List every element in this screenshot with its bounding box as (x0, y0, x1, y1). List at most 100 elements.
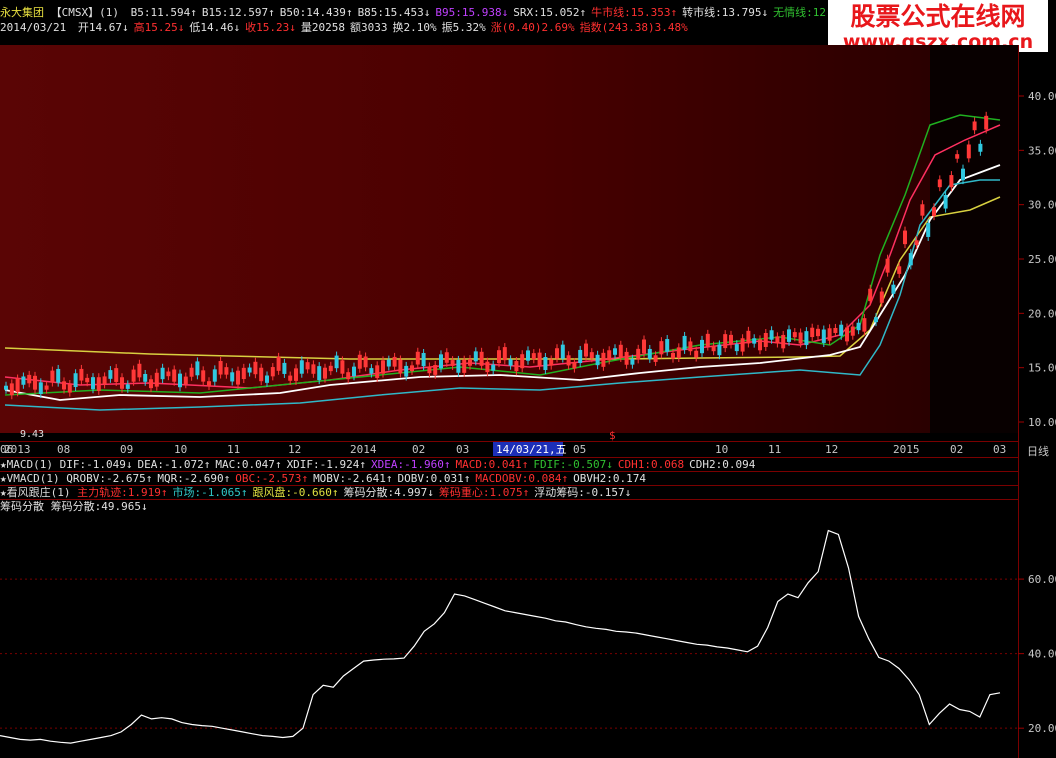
candle-body (955, 154, 960, 159)
price-tick-5: 15.00 (1028, 362, 1056, 375)
macd-title[interactable]: ★MACD(1) (0, 458, 53, 471)
candle-body (984, 115, 989, 130)
vmacd-title[interactable]: ★VMACD(1) (0, 472, 60, 485)
header-indicator-3: B85:15.453 (358, 6, 431, 19)
candle-body (125, 384, 130, 389)
price-tick-0: 40.00 (1028, 90, 1056, 103)
candle-body (537, 352, 542, 366)
date-label-18: 2015 (893, 443, 920, 456)
candle-body (56, 368, 61, 383)
bottom-y-tick-2: 20.00 (1028, 722, 1056, 735)
candle-body (526, 350, 530, 361)
candle-body (9, 383, 14, 396)
kfgz-title[interactable]: ★看风跟庄(1) (0, 486, 71, 499)
candle-body (62, 381, 66, 390)
candle-body (601, 352, 606, 367)
price-tick-2: 30.00 (1028, 199, 1056, 212)
vmacd-value-1: MQR:-2.690 (157, 472, 230, 485)
header-indicator-8: 无情线:12.497 (773, 6, 835, 19)
candle-body (346, 372, 351, 380)
candle-body (143, 373, 148, 382)
quote-item-2: 低14.46 (189, 21, 240, 34)
price-tick-4: 20.00 (1028, 307, 1056, 320)
quote-item-9: 指数(243.38)3.48% (579, 21, 688, 34)
quote-item-4: 量20258 (300, 21, 345, 34)
candle-body (114, 368, 119, 382)
candle-body (566, 355, 571, 366)
header-indicator-6: 牛市线:15.353 (591, 6, 677, 19)
candle-body (410, 365, 414, 372)
candle-body (131, 369, 136, 382)
candle-body (891, 284, 896, 294)
candle-body (149, 379, 153, 389)
candle-body (241, 367, 246, 380)
quote-item-3: 收15.23 (245, 21, 296, 34)
candle-body (775, 336, 780, 344)
candle-body (903, 230, 907, 245)
candle-body (769, 330, 774, 340)
candle-body (91, 377, 95, 390)
macd-value-6: FDIF:-0.507 (533, 458, 612, 471)
candle-body (613, 348, 617, 355)
candle-body (607, 350, 612, 361)
candle-body (961, 168, 965, 181)
candle-body (497, 350, 501, 364)
date-label-19: 02 (950, 443, 963, 456)
candle-body (96, 377, 101, 391)
date-label-3: 10 (174, 443, 187, 456)
candle-body (328, 365, 333, 372)
macd-value-5: MACD:0.041 (456, 458, 529, 471)
vmacd-value-4: DOBV:0.031 (398, 472, 471, 485)
candle-body (850, 326, 855, 336)
stock-name[interactable]: 永大集团 (0, 6, 44, 19)
date-label-8: 03 (456, 443, 469, 456)
header-indicator-5: SRX:15.052 (513, 6, 586, 19)
candle-body (734, 344, 739, 352)
date-label-15: 10 (715, 443, 728, 456)
macd-value-1: DEA:-1.072 (137, 458, 210, 471)
candle-body (636, 348, 641, 360)
header-indicator-2: B50:14.439 (280, 6, 353, 19)
candle-body (549, 359, 554, 366)
candle-body (154, 372, 159, 387)
macd-row[interactable]: ★MACD(1) DIF:-1.049 DEA:-1.072 MAC:0.047 XD… (0, 457, 1018, 471)
candle-body (653, 355, 658, 362)
header-indicator-0: B5:11.594 (131, 6, 197, 19)
candle-body (833, 327, 838, 334)
candle-body (821, 329, 826, 343)
macd-value-4: XDEA:-1.960 (371, 458, 450, 471)
candle-body (433, 364, 438, 375)
candle-body (920, 204, 925, 216)
watermark-title: 股票公式在线网 (850, 2, 1026, 31)
candle-body (108, 370, 113, 379)
quote-item-5: 额3033 (349, 21, 388, 34)
vmacd-row[interactable]: ★VMACD(1) QROBV:-2.675 MQR:-2.690 OBC:-2.5… (0, 471, 1018, 485)
candle-body (404, 365, 409, 377)
kfgz-value-4: 筹码重心:1.075 (439, 486, 529, 499)
candle-body (363, 356, 368, 368)
price-tick-6: 10.00 (1028, 416, 1056, 429)
candle-body (787, 329, 791, 342)
candle-body (207, 381, 211, 387)
candle-body (462, 359, 467, 373)
candle-body (352, 366, 356, 377)
candle-body (816, 328, 820, 337)
date-label-10: 05 (573, 443, 586, 456)
candle-body (212, 369, 217, 382)
candle-body (224, 367, 229, 375)
candle-body (305, 362, 310, 370)
candle-body (908, 253, 913, 266)
vmacd-values: QROBV:-2.675 MQR:-2.690 OBC:-2.573 MOBV:-2.… (66, 472, 651, 485)
main-price-chart[interactable]: 40.00 35.00 30.00 25.00 20.00 15.00 10.00 9.43… (0, 45, 1056, 441)
candle-body (804, 331, 809, 346)
bottom-line-chart[interactable]: 60.00 40.00 20.00 (0, 512, 1056, 758)
candle-body (172, 369, 177, 382)
kfgz-value-0: 主力轨迹:1.919 (77, 486, 167, 499)
candle-body (508, 359, 513, 366)
period-label[interactable]: 日线 (1027, 443, 1049, 459)
bottom-y-tick-0: 60.00 (1028, 573, 1056, 586)
kfgz-row[interactable]: ★看风跟庄(1) 主力轨迹:1.919 市场:-1.065 跟风盘:-0.660 筹码… (0, 485, 1018, 499)
candle-body (740, 338, 745, 352)
event-marker[interactable]: $ (609, 429, 616, 441)
candle-body (178, 373, 182, 388)
